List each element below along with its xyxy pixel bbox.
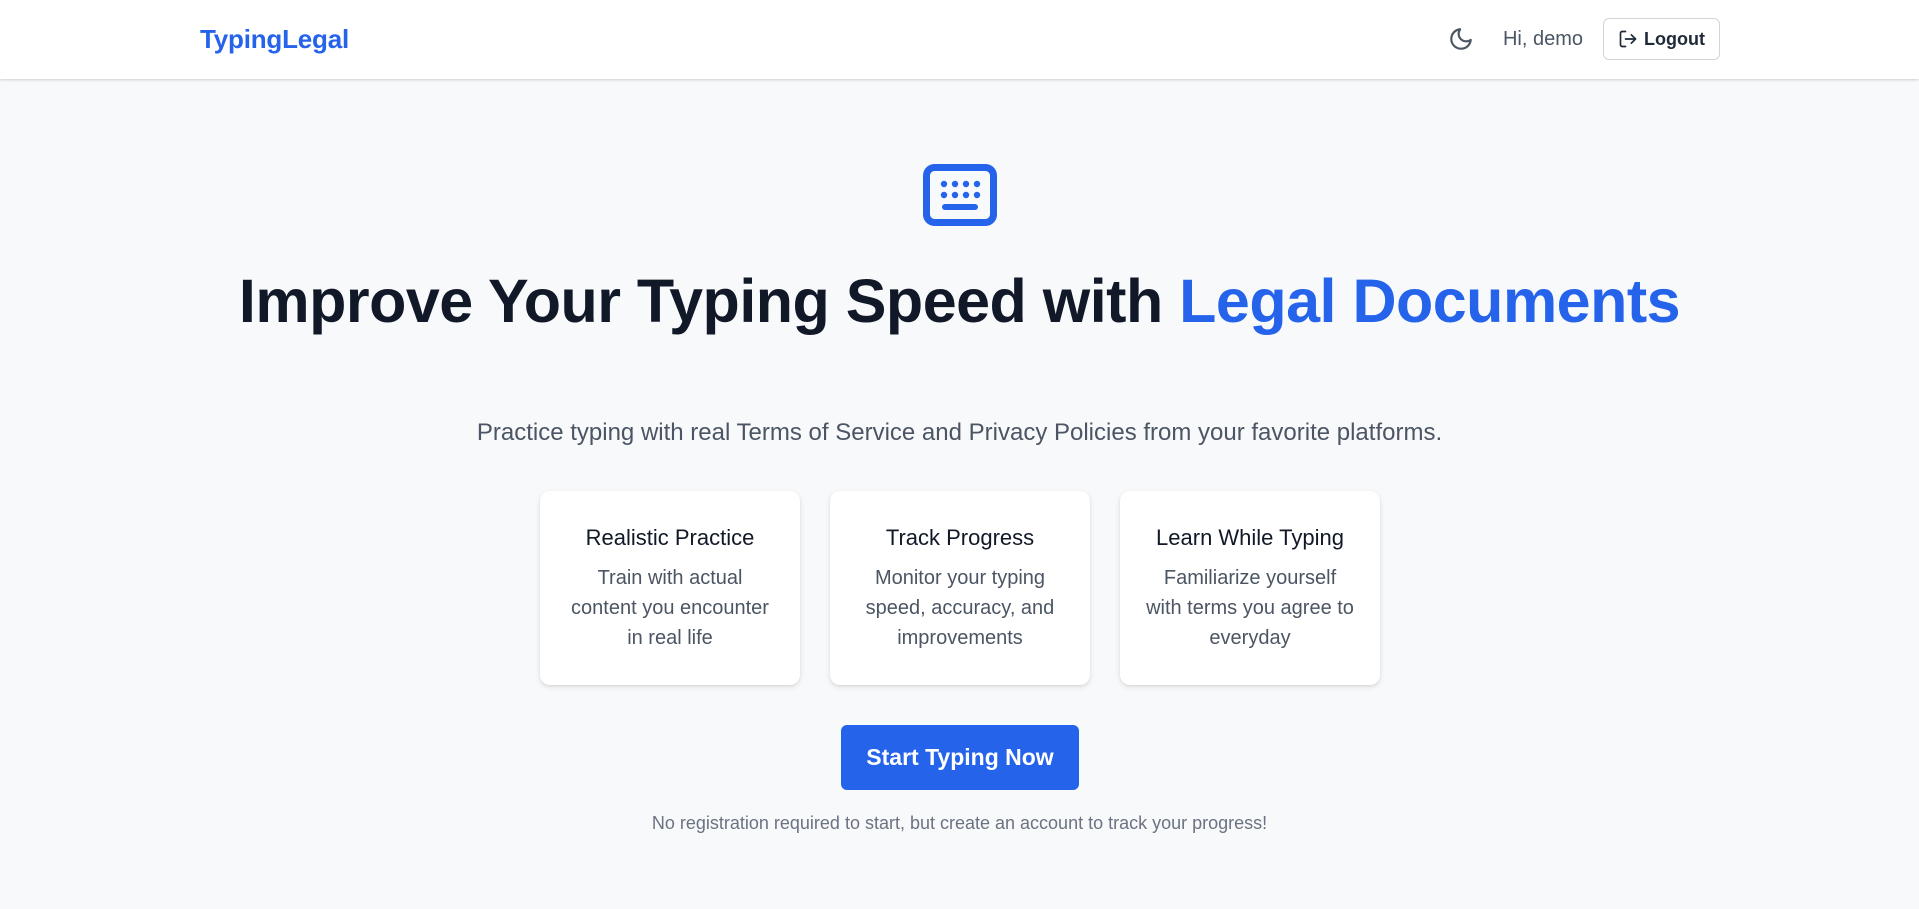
page-subtitle: Practice typing with real Terms of Servi…	[476, 419, 1443, 446]
user-greeting: Hi, demo	[1502, 27, 1584, 50]
theme-toggle-button[interactable]	[1441, 19, 1481, 59]
feature-card-realistic-practice: Realistic Practice Train with actual con…	[540, 491, 800, 685]
logout-icon	[1618, 29, 1638, 49]
start-typing-button[interactable]: Start Typing Now	[841, 725, 1079, 790]
feature-card-text: Train with actual content you encounter …	[571, 567, 769, 649]
keyboard-icon	[923, 164, 997, 226]
top-navbar: TypingLegal Hi, demo Logout	[0, 0, 1919, 79]
moon-icon	[1448, 26, 1474, 52]
page-headline: Improve Your Typing Speed with Legal Doc…	[0, 270, 1919, 332]
logout-label: Logout	[1644, 28, 1705, 49]
feature-card-title: Realistic Practice	[585, 525, 755, 550]
feature-card-track-progress: Track Progress Monitor your typing speed…	[830, 491, 1090, 685]
feature-card-learn-while-typing: Learn While Typing Familiarize yourself …	[1120, 491, 1380, 685]
headline-accent: Legal Documents	[1179, 267, 1681, 335]
logout-button[interactable]: Logout	[1603, 18, 1720, 60]
feature-cards: Realistic Practice Train with actual con…	[540, 491, 1380, 685]
feature-card-title: Learn While Typing	[1156, 525, 1344, 550]
registration-note: No registration required to start, but c…	[651, 813, 1268, 833]
brand-logo-link[interactable]: TypingLegal	[200, 24, 349, 55]
feature-card-title: Track Progress	[885, 525, 1035, 550]
nav-actions: Hi, demo Logout	[1441, 18, 1720, 60]
feature-card-text: Familiarize yourself with terms you agre…	[1146, 567, 1354, 649]
feature-card-text: Monitor your typing speed, accuracy, and…	[865, 567, 1055, 649]
headline-text: Improve Your Typing Speed with	[238, 267, 1180, 335]
